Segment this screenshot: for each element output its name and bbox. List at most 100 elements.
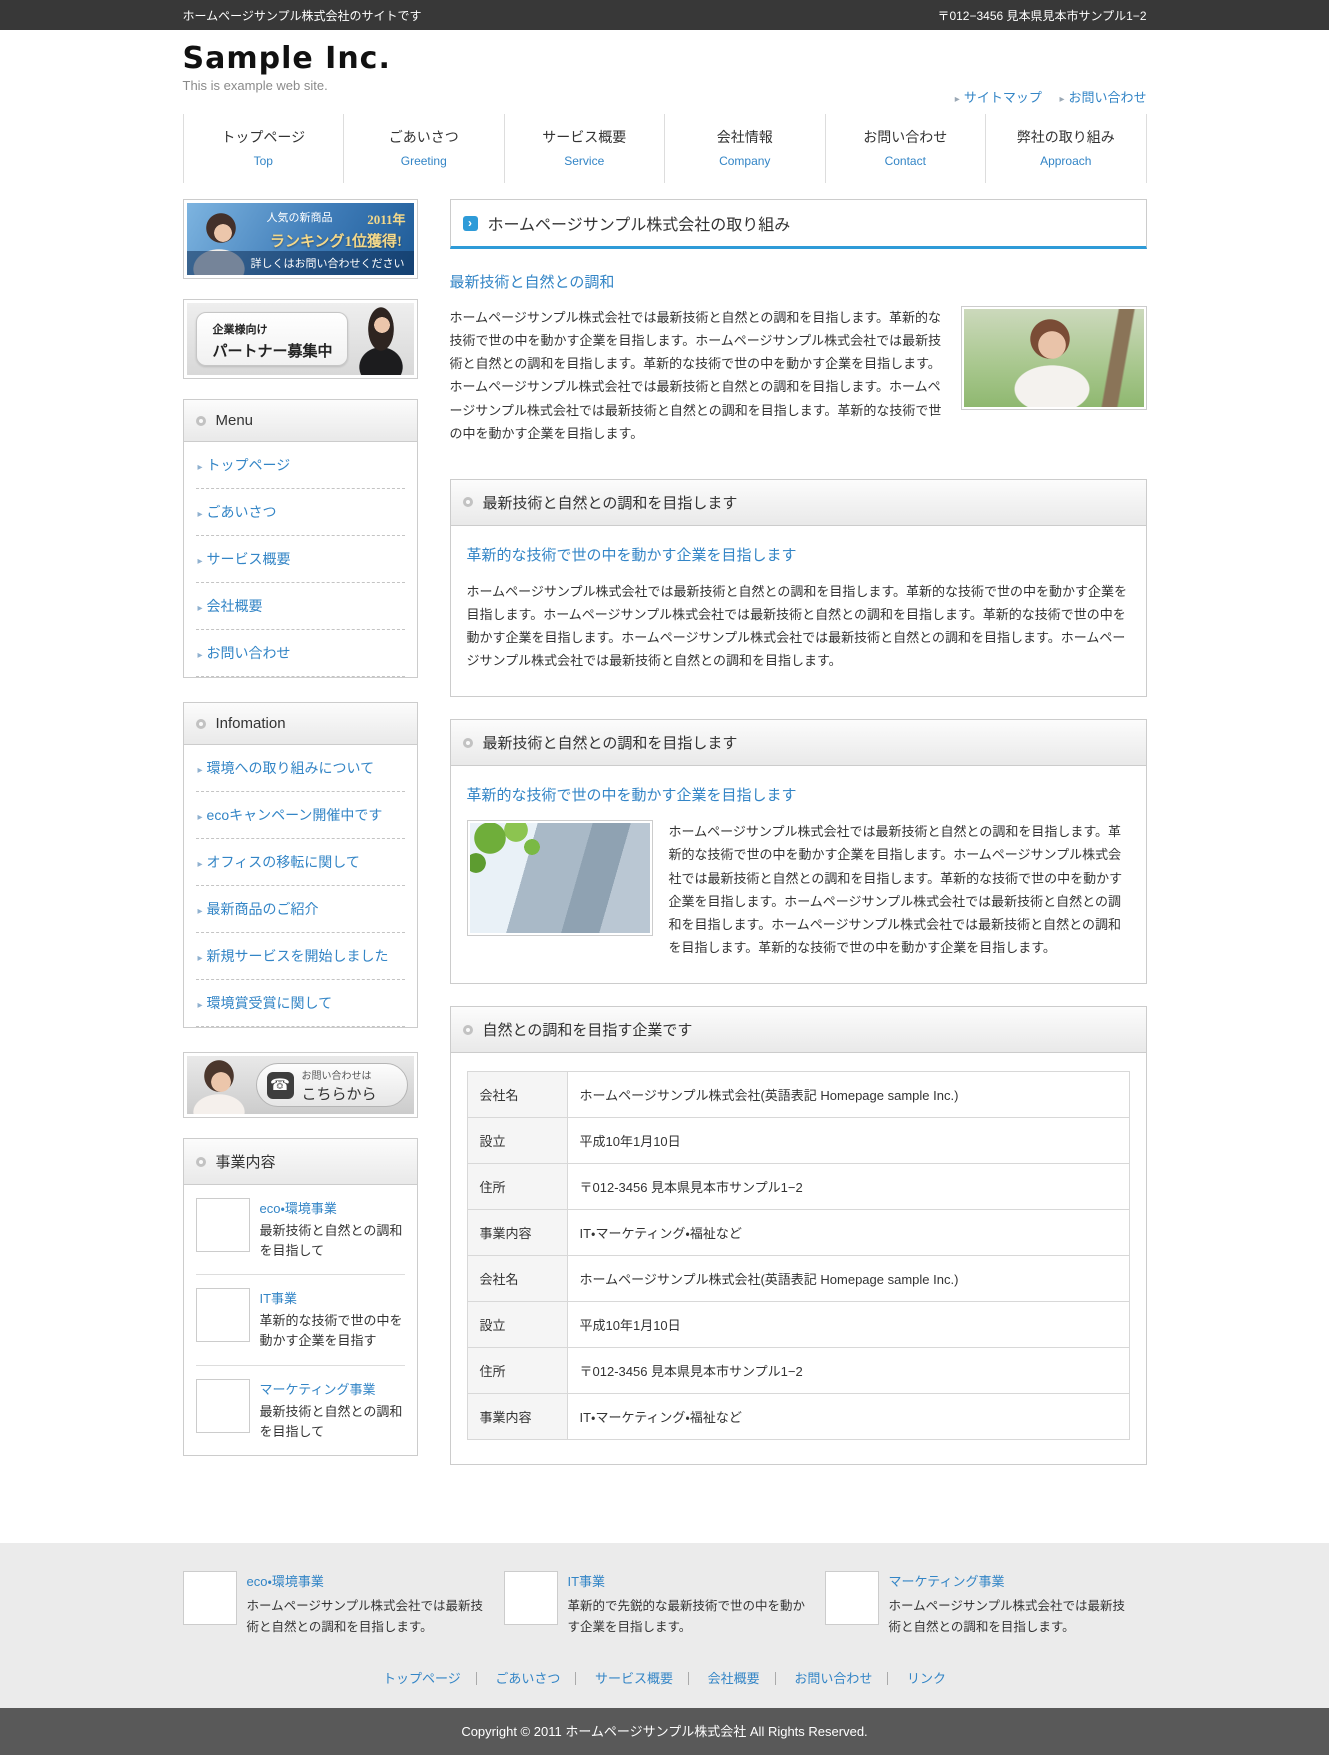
eco-thumbnail xyxy=(195,1198,250,1252)
circle-icon xyxy=(195,718,206,729)
footer-link-company[interactable]: 会社概要 xyxy=(693,1672,776,1686)
table-row: 住所 〒012-3456 見本県見本市サンプル1−2 xyxy=(466,1347,1130,1394)
business-box-header: 事業内容 xyxy=(183,1139,417,1185)
circle-icon xyxy=(195,415,206,426)
sidebar: 人気の新商品 2011年 ランキング1位獲得! 詳しくはお問い合わせください 企… xyxy=(182,199,418,1480)
footer-link-top[interactable]: トップページ xyxy=(368,1672,477,1686)
section1-subheading: 革新的な技術で世の中を動かす企業を目指します xyxy=(466,546,797,564)
arrow-icon: ▸ xyxy=(954,94,960,105)
menu-item-service[interactable]: ▸ サービス概要 xyxy=(195,536,405,583)
table-row: 設立 平成10年1月10日 xyxy=(466,1301,1130,1348)
arrow-icon: ▸ xyxy=(197,812,203,823)
menu-list: ▸ トップページ ▸ ごあいさつ ▸ サービス概要 ▸ 会社概要 ▸ お問い合わせ xyxy=(184,442,417,677)
arrow-icon: ▸ xyxy=(197,765,203,776)
section1-title: 最新技術と自然との調和を目指します xyxy=(482,494,738,512)
arrow-icon: ▸ xyxy=(197,650,203,661)
info-item-eco-campaign[interactable]: ▸ ecoキャンペーン開催中です xyxy=(195,792,405,839)
copyright-text: Copyright © 2011 ホームページサンプル株式会社 All Righ… xyxy=(461,1724,868,1740)
arrow-icon: ▸ xyxy=(197,906,203,917)
chevron-square-icon: › xyxy=(462,215,478,231)
footer-eco-link[interactable]: eco・環境事業 xyxy=(247,1571,486,1590)
footer-marketing-link[interactable]: マーケティング事業 xyxy=(889,1571,1128,1590)
company-profile-table: 会社名 ホームページサンプル株式会社(英語表記 Homepage sample I… xyxy=(466,1071,1130,1440)
business-marketing-link[interactable]: マーケティング事業 xyxy=(260,1379,405,1398)
arrow-icon: ▸ xyxy=(197,603,203,614)
header: Sample Inc. This is example web site. ▸ サ… xyxy=(183,30,1147,114)
table-row: 設立 平成10年1月10日 xyxy=(466,1117,1130,1164)
partner-banner[interactable]: 企業様向け パートナー募集中 xyxy=(182,299,418,379)
footer-it-text: 革新的で先鋭的な最新技術で世の中を動かす企業を目指します。 xyxy=(567,1599,806,1634)
menu-item-company[interactable]: ▸ 会社概要 xyxy=(195,583,405,630)
footer-links: トップページ ごあいさつ サービス概要 会社概要 お問い合わせ リンク xyxy=(0,1637,1329,1708)
footer-link-greeting[interactable]: ごあいさつ xyxy=(480,1672,577,1686)
business-marketing-desc: 最新技術と自然との調和を目指して xyxy=(259,1403,403,1439)
menu-item-top[interactable]: ▸ トップページ xyxy=(195,442,405,489)
building-photo xyxy=(466,820,653,937)
site-address: 〒012−3456 見本県見本市サンプル1−2 xyxy=(937,8,1147,23)
section3-title: 自然との調和を目指す企業です xyxy=(482,1022,693,1039)
marketing-thumbnail xyxy=(824,1571,879,1625)
sitemap-link[interactable]: ▸ サイトマップ xyxy=(955,90,1042,105)
footer-link-links[interactable]: リンク xyxy=(892,1672,961,1685)
copyright-bar: Copyright © 2011 ホームページサンプル株式会社 All Righ… xyxy=(0,1708,1329,1755)
arrow-icon: ▸ xyxy=(197,462,203,473)
banner-businesswoman-image xyxy=(347,303,414,375)
nav-item-company[interactable]: 会社情報 Company xyxy=(664,114,825,183)
business-it-link[interactable]: IT事業 xyxy=(260,1288,405,1307)
ranking-banner[interactable]: 人気の新商品 2011年 ランキング1位獲得! 詳しくはお問い合わせください xyxy=(182,199,418,279)
phone-icon: ☎ xyxy=(266,1071,294,1099)
info-item-new-service[interactable]: ▸ 新規サービスを開始しました xyxy=(195,933,405,980)
nav-item-service[interactable]: サービス概要 Service xyxy=(503,114,665,183)
info-item-environment[interactable]: ▸ 環境への取り組みについて xyxy=(195,745,405,792)
table-row: 会社名 ホームページサンプル株式会社(英語表記 Homepage sample I… xyxy=(466,1071,1130,1118)
footer-columns: eco・環境事業 ホームページサンプル株式会社では最新技術と自然との調和を目指し… xyxy=(182,1571,1147,1637)
business-list: eco・環境事業 最新技術と自然との調和を目指して IT事業 革新的な技術で世の… xyxy=(184,1185,417,1455)
information-box-header: Infomation xyxy=(183,703,417,745)
nav-item-approach[interactable]: 弊社の取り組み Approach xyxy=(985,114,1147,183)
info-item-office-move[interactable]: ▸ オフィスの移転に関して xyxy=(195,839,405,886)
nav-item-top[interactable]: トップページ Top xyxy=(182,114,344,183)
it-thumbnail xyxy=(195,1288,250,1343)
footer-link-service[interactable]: サービス概要 xyxy=(580,1672,690,1686)
main-column: › ホームページサンプル株式会社の取り組み 最新技術と自然との調和 ホームページ… xyxy=(449,199,1147,1487)
site-logo[interactable]: Sample Inc. xyxy=(183,30,1147,76)
info-item-award[interactable]: ▸ 環境賞受賞に関して xyxy=(195,980,405,1027)
business-item-marketing: マーケティング事業 最新技術と自然との調和を目指して xyxy=(195,1366,405,1455)
contact-banner-main: こちらから xyxy=(301,1085,377,1103)
section2-subheading: 革新的な技術で世の中を動かす企業を目指します xyxy=(466,787,797,805)
menu-item-greeting[interactable]: ▸ ごあいさつ xyxy=(195,489,405,536)
footer-link-contact[interactable]: お問い合わせ xyxy=(779,1672,889,1686)
site-description: ホームページサンプル株式会社のサイトです xyxy=(182,8,422,23)
top-bar: ホームページサンプル株式会社のサイトです 〒012−3456 見本県見本市サンプ… xyxy=(0,0,1329,30)
business-item-eco: eco・環境事業 最新技術と自然との調和を目指して xyxy=(195,1185,405,1276)
it-thumbnail xyxy=(503,1571,558,1625)
business-eco-link[interactable]: eco・環境事業 xyxy=(260,1198,405,1217)
info-item-new-product[interactable]: ▸ 最新商品のご紹介 xyxy=(195,886,405,933)
contact-banner[interactable]: ☎ お問い合わせは こちらから xyxy=(182,1052,418,1118)
business-it-desc: 革新的な技術で世の中を動かす企業を目指す xyxy=(259,1313,403,1349)
arrow-icon: ▸ xyxy=(197,556,203,567)
header-contact-link[interactable]: ▸ お問い合わせ xyxy=(1059,90,1146,105)
business-eco-desc: 最新技術と自然との調和を目指して xyxy=(259,1223,403,1259)
menu-box: Menu ▸ トップページ ▸ ごあいさつ ▸ サービス概要 ▸ 会社概要 ▸ お問い合わ… xyxy=(182,399,418,678)
section1-text: ホームページサンプル株式会社では最新技術と自然との調和を目指します。革新的な技術… xyxy=(466,583,1128,669)
section-harmony-2: 最新技術と自然との調和を目指します 革新的な技術で世の中を動かす企業を目指します… xyxy=(449,719,1147,984)
nav-item-greeting[interactable]: ごあいさつ Greeting xyxy=(343,114,504,183)
page-title: › ホームページサンプル株式会社の取り組み xyxy=(449,199,1147,249)
table-row: 事業内容 IT・マーケティング・福祉など xyxy=(466,1209,1130,1256)
table-row: 住所 〒012-3456 見本県見本市サンプル1−2 xyxy=(466,1163,1130,1210)
section-harmony-1: 最新技術と自然との調和を目指します 革新的な技術で世の中を動かす企業を目指します… xyxy=(449,478,1147,698)
arrow-icon: ▸ xyxy=(197,1000,203,1011)
nav-item-contact[interactable]: お問い合わせ Contact xyxy=(824,114,986,183)
section2-title: 最新技術と自然との調和を目指します xyxy=(482,735,738,753)
banner-detail-text: 詳しくはお問い合わせください xyxy=(186,251,414,275)
table-row: 会社名 ホームページサンプル株式会社(英語表記 Homepage sample I… xyxy=(466,1255,1130,1302)
footer-it-link[interactable]: IT事業 xyxy=(568,1571,807,1590)
arrow-icon: ▸ xyxy=(197,859,203,870)
footer: eco・環境事業 ホームページサンプル株式会社では最新技術と自然との調和を目指し… xyxy=(0,1543,1329,1709)
footer-eco-text: ホームページサンプル株式会社では最新技術と自然との調和を目指します。 xyxy=(246,1599,484,1634)
arrow-icon: ▸ xyxy=(197,509,203,520)
content-area: 人気の新商品 2011年 ランキング1位獲得! 詳しくはお問い合わせください 企… xyxy=(182,199,1147,1487)
menu-item-contact[interactable]: ▸ お問い合わせ xyxy=(195,630,405,677)
global-nav: トップページ Top ごあいさつ Greeting サービス概要 Service… xyxy=(182,114,1147,183)
